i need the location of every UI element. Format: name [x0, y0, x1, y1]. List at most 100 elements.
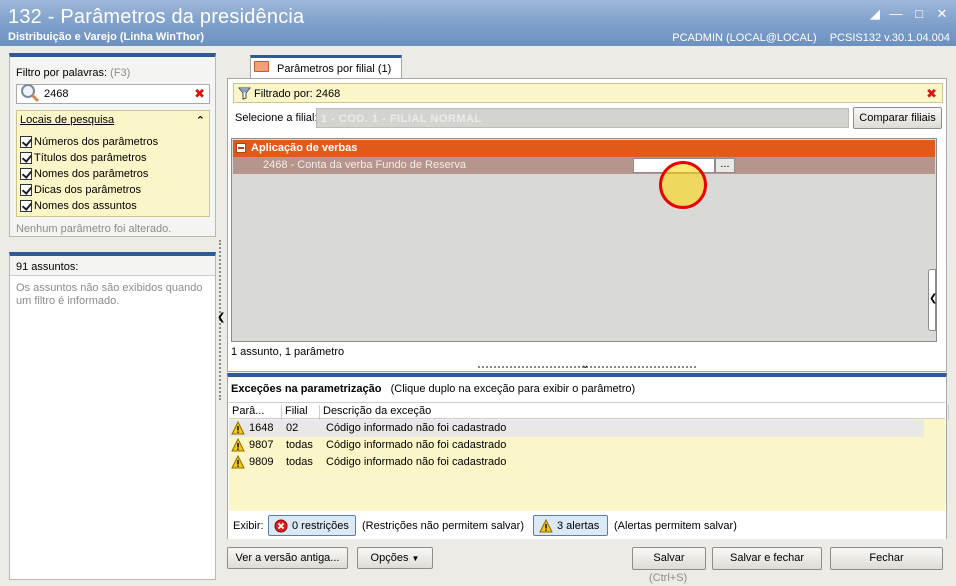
- cell-filial: todas: [286, 456, 313, 468]
- tab-label-text: Parâmetros por filial: [277, 63, 375, 75]
- cell-filial: todas: [286, 439, 313, 451]
- cell-param: 9809: [249, 456, 274, 468]
- warning-icon: [231, 421, 245, 435]
- filter-bar: Filtrado por: 2468 ✖: [233, 83, 943, 103]
- location-subjects[interactable]: Nomes dos assuntos: [20, 198, 158, 214]
- column-header-description[interactable]: Descrição da exceção: [320, 405, 949, 420]
- options-button[interactable]: Opções ▼: [357, 547, 433, 569]
- save-and-close-button[interactable]: Salvar e fechar: [712, 547, 822, 570]
- cursor-highlight: [659, 161, 707, 209]
- chevron-left-icon[interactable]: ❮: [217, 312, 225, 323]
- table-row[interactable]: 9809 todas Código informado não foi cada…: [229, 454, 924, 471]
- checkbox-icon[interactable]: [20, 152, 32, 164]
- search-locations-list: Números dos parâmetros Títulos dos parâm…: [20, 134, 158, 214]
- alerts-note: (Alertas permitem salvar): [614, 520, 737, 532]
- location-titles[interactable]: Títulos dos parâmetros: [20, 150, 158, 166]
- group-label: Aplicação de verbas: [251, 142, 358, 154]
- save-shortcut-hint: (Ctrl+S): [649, 572, 688, 584]
- show-label: Exibir:: [233, 520, 264, 532]
- window-title: 132 - Parâmetros da presidência: [8, 6, 305, 28]
- tab-count: (1): [377, 63, 392, 75]
- tab-label: Parâmetros por filial (1): [277, 63, 391, 75]
- checkbox-icon[interactable]: [20, 168, 32, 180]
- subjects-box: 91 assuntos: Os assuntos não são exibido…: [9, 252, 216, 580]
- vertical-splitter[interactable]: ❮: [217, 240, 225, 400]
- warning-icon: [539, 519, 553, 533]
- cell-filial: 02: [286, 422, 299, 434]
- cell-param: 1648: [249, 422, 274, 434]
- compare-branches-button[interactable]: Comparar filiais: [853, 107, 942, 129]
- search-field[interactable]: ✖: [16, 84, 210, 104]
- magnifier-icon: [21, 84, 40, 103]
- subjects-message: Os assuntos não são exibidos quando um f…: [16, 282, 203, 307]
- cell-description: Código informado não foi cadastrado: [326, 439, 507, 451]
- checkbox-icon[interactable]: [20, 184, 32, 196]
- checkbox-icon[interactable]: [20, 200, 32, 212]
- exceptions-footer: Exibir: 0 restrições (Restrições não per…: [228, 512, 946, 539]
- maximize-icon[interactable]: □: [910, 6, 928, 22]
- restrictions-toggle[interactable]: 0 restrições: [268, 515, 356, 536]
- filter-label: Filtro por palavras: (F3): [16, 67, 130, 79]
- location-label: Números dos parâmetros: [34, 136, 159, 148]
- subjects-count: 91 assuntos:: [16, 261, 79, 273]
- restrictions-note: (Restrições não permitem salvar): [362, 520, 524, 532]
- filter-label-text: Filtro por palavras:: [16, 67, 108, 79]
- chevron-down-icon[interactable]: ⌄: [581, 360, 589, 371]
- title-bar: 132 - Parâmetros da presidência Distribu…: [0, 0, 956, 46]
- exceptions-table: Parâ... Filial Descrição da exceção 1648…: [229, 402, 949, 511]
- dropdown-arrow-icon: ▼: [411, 554, 420, 563]
- branch-select[interactable]: 1 - COD. 1 - FILIAL NORMAL: [316, 108, 849, 128]
- warning-icon: [231, 438, 245, 452]
- clear-filter-icon[interactable]: ✖: [926, 87, 937, 101]
- location-tips[interactable]: Dicas dos parâmetros: [20, 182, 158, 198]
- old-version-button[interactable]: Ver a versão antiga...: [227, 547, 348, 569]
- column-header-filial[interactable]: Filial: [282, 405, 320, 420]
- left-panel: Filtro por palavras: (F3) ✖ Locais de pe…: [9, 53, 216, 580]
- search-locations: Locais de pesquisa ⌃ Números dos parâmet…: [16, 110, 210, 217]
- cell-param: 9807: [249, 439, 274, 451]
- summary-text: 1 assunto, 1 parâmetro: [231, 346, 345, 358]
- exceptions-title-text: Exceções na parametrização: [231, 383, 382, 395]
- branch-value: 1 - COD. 1 - FILIAL NORMAL: [321, 113, 482, 125]
- no-change-message: Nenhum parâmetro foi alterado.: [16, 223, 172, 235]
- alerts-toggle[interactable]: 3 alertas: [533, 515, 608, 536]
- search-locations-header[interactable]: Locais de pesquisa: [20, 114, 114, 126]
- location-label: Nomes dos parâmetros: [34, 168, 149, 180]
- group-row[interactable]: Aplicação de verbas: [233, 140, 935, 157]
- table-row[interactable]: 1648 02 Código informado não foi cadastr…: [229, 420, 924, 437]
- exceptions-panel: Exceções na parametrização (Clique duplo…: [227, 373, 949, 539]
- clear-search-icon[interactable]: ✖: [194, 87, 205, 101]
- collapse-icon[interactable]: ⌃: [196, 114, 205, 127]
- funnel-icon: [238, 87, 251, 100]
- error-icon: [274, 519, 288, 533]
- parameter-label: 2468 - Conta da verba Fundo de Reserva: [263, 159, 467, 171]
- main-content: Filtrado por: 2468 ✖ Selecione a filial:…: [227, 78, 947, 372]
- tab-parametros-por-filial[interactable]: Parâmetros por filial (1): [250, 55, 402, 79]
- location-names[interactable]: Nomes dos parâmetros: [20, 166, 158, 182]
- ellipsis-button[interactable]: ...: [715, 158, 735, 173]
- checkbox-icon[interactable]: [20, 136, 32, 148]
- exceptions-hint: (Clique duplo na exceção para exibir o p…: [390, 383, 636, 395]
- collapse-group-icon[interactable]: [236, 143, 246, 153]
- side-panel-toggle[interactable]: ❮: [928, 269, 937, 331]
- search-input[interactable]: [44, 87, 184, 101]
- location-numbers[interactable]: Números dos parâmetros: [20, 134, 158, 150]
- pin-icon[interactable]: ◢: [866, 6, 884, 22]
- warning-icon: [231, 455, 245, 469]
- column-header-param[interactable]: Parâ...: [229, 405, 282, 420]
- filter-shortcut-hint: (F3): [110, 67, 131, 79]
- parameter-row[interactable]: 2468 - Conta da verba Fundo de Reserva .…: [233, 157, 935, 174]
- save-button[interactable]: Salvar: [632, 547, 706, 570]
- parameters-grid: Aplicação de verbas 2468 - Conta da verb…: [231, 138, 937, 342]
- subjects-header: 91 assuntos:: [10, 256, 215, 276]
- alerts-count: 3 alertas: [557, 520, 600, 532]
- filter-box: Filtro por palavras: (F3) ✖ Locais de pe…: [9, 53, 216, 237]
- restrictions-count: 0 restrições: [292, 520, 349, 532]
- table-row[interactable]: 9807 todas Código informado não foi cada…: [229, 437, 924, 454]
- close-button[interactable]: Fechar: [830, 547, 943, 570]
- minimize-icon[interactable]: —: [887, 6, 905, 22]
- close-icon[interactable]: ✕: [933, 6, 951, 22]
- location-label: Títulos dos parâmetros: [34, 152, 147, 164]
- exceptions-header: Parâ... Filial Descrição da exceção: [229, 402, 949, 420]
- horizontal-splitter[interactable]: ⌄: [478, 360, 696, 372]
